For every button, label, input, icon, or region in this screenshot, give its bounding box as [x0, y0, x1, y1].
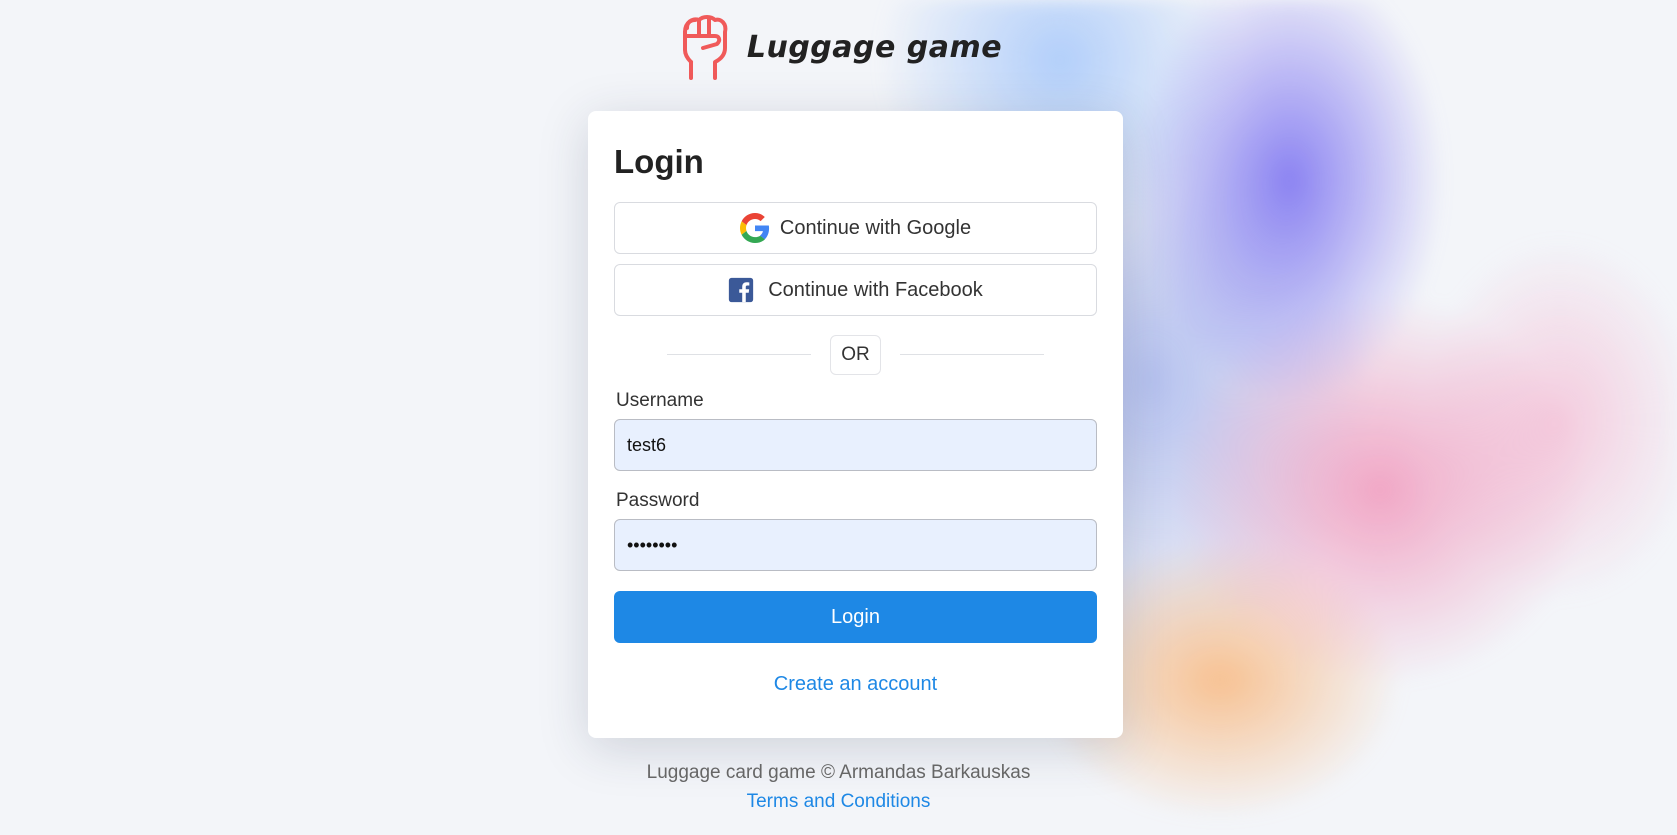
footer: Luggage card game © Armandas Barkauskas …: [0, 758, 1677, 816]
or-label: OR: [830, 335, 881, 375]
app-title: Luggage game: [746, 29, 1003, 65]
divider-line-left: [667, 354, 811, 355]
raised-fist-icon: [682, 15, 728, 80]
google-button-label: Continue with Google: [779, 216, 972, 239]
create-account-link[interactable]: Create an account: [614, 673, 1097, 696]
facebook-button-label: Continue with Facebook: [768, 278, 983, 301]
page-title: Login: [614, 143, 704, 180]
copyright-text: Luggage card game © Armandas Barkauskas: [646, 762, 1031, 783]
continue-with-google-button[interactable]: Continue with Google: [614, 202, 1097, 254]
app-header: Luggage game: [0, 14, 1677, 80]
or-divider: OR: [614, 335, 1097, 375]
facebook-icon: [728, 275, 758, 305]
username-label: Username: [616, 390, 704, 411]
password-label: Password: [616, 490, 700, 511]
login-card: Login Continue with Google Continue with…: [588, 111, 1123, 738]
terms-and-conditions-link[interactable]: Terms and Conditions: [747, 788, 931, 816]
password-input[interactable]: [614, 519, 1097, 571]
continue-with-facebook-button[interactable]: Continue with Facebook: [614, 264, 1097, 316]
divider-line-right: [900, 354, 1044, 355]
google-icon: [739, 213, 770, 243]
username-input[interactable]: [614, 419, 1097, 471]
login-button[interactable]: Login: [614, 591, 1097, 643]
